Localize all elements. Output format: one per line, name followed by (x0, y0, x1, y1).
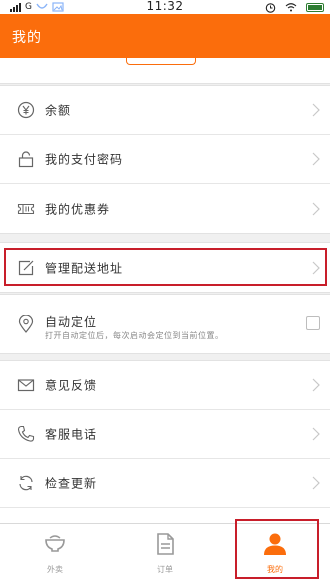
status-bar: G 11:32 (0, 0, 330, 14)
tab-orders[interactable]: 订单 (110, 524, 220, 582)
auto-location-row[interactable]: 自动定位 打开自动定位后，每次启动会定位到当前位置。 (0, 295, 330, 353)
tab-takeout-label: 外卖 (47, 565, 63, 574)
app-header: 我的 (0, 14, 330, 58)
chevron-right-icon (312, 202, 320, 215)
refresh-icon (19, 475, 33, 491)
location-group: 自动定位 打开自动定位后，每次启动会定位到当前位置。 (0, 294, 330, 354)
chevron-right-icon (312, 427, 320, 441)
battery-icon (306, 2, 324, 12)
bottom-tab-bar: 外卖 订单 我的 (0, 523, 330, 582)
customer-service-label: 客服电话 (45, 427, 98, 442)
login-button-edge[interactable] (126, 56, 196, 65)
edit-icon (18, 260, 34, 275)
address-group: 管理配送地址 (0, 242, 330, 293)
auto-location-hint: 打开自动定位后，每次启动会定位到当前位置。 (45, 331, 224, 340)
tab-mine[interactable]: 我的 (220, 524, 330, 582)
feedback-row[interactable]: 意见反馈 (0, 361, 330, 410)
wallet-group: 余额 我的支付密码 我的优惠券 (0, 85, 330, 234)
manage-address-row[interactable]: 管理配送地址 (0, 243, 330, 292)
chevron-right-icon (312, 261, 320, 274)
lock-icon (18, 151, 34, 168)
chevron-right-icon (312, 103, 320, 117)
tab-mine-label: 我的 (267, 565, 283, 574)
status-right (265, 1, 324, 13)
chevron-right-icon (312, 152, 320, 166)
chevron-right-icon (312, 476, 320, 490)
wifi-icon (285, 3, 297, 12)
page-title: 我的 (12, 30, 42, 46)
document-icon (157, 533, 174, 555)
person-icon (264, 533, 286, 555)
alarm-icon (265, 2, 276, 13)
balance-label: 余额 (45, 103, 72, 118)
ticket-icon (17, 203, 35, 214)
manage-address-label: 管理配送地址 (45, 261, 124, 275)
feedback-label: 意见反馈 (45, 378, 98, 393)
customer-service-row[interactable]: 客服电话 (0, 410, 330, 459)
balance-row[interactable]: 余额 (0, 86, 330, 135)
mail-icon (17, 379, 35, 392)
auto-location-checkbox[interactable] (306, 316, 320, 330)
profile-card-edge (0, 56, 330, 84)
chevron-right-icon (312, 378, 320, 392)
check-update-row[interactable]: 检查更新 (0, 459, 330, 508)
yen-circle-icon (17, 101, 35, 119)
auto-location-label: 自动定位 (45, 315, 98, 329)
coupons-label: 我的优惠券 (45, 202, 111, 216)
location-pin-icon (18, 315, 34, 333)
phone-icon (17, 425, 35, 442)
check-update-label: 检查更新 (45, 476, 98, 491)
bowl-icon (45, 535, 65, 552)
tab-takeout[interactable]: 外卖 (0, 524, 110, 582)
coupons-row[interactable]: 我的优惠券 (0, 184, 330, 233)
tab-orders-label: 订单 (157, 565, 173, 574)
app-screen: G 11:32 我的 余额 我的支付密码 我的优惠券 管理配送地址 自动定位 打… (0, 0, 330, 582)
payment-password-row[interactable]: 我的支付密码 (0, 135, 330, 184)
payment-password-label: 我的支付密码 (45, 152, 124, 167)
